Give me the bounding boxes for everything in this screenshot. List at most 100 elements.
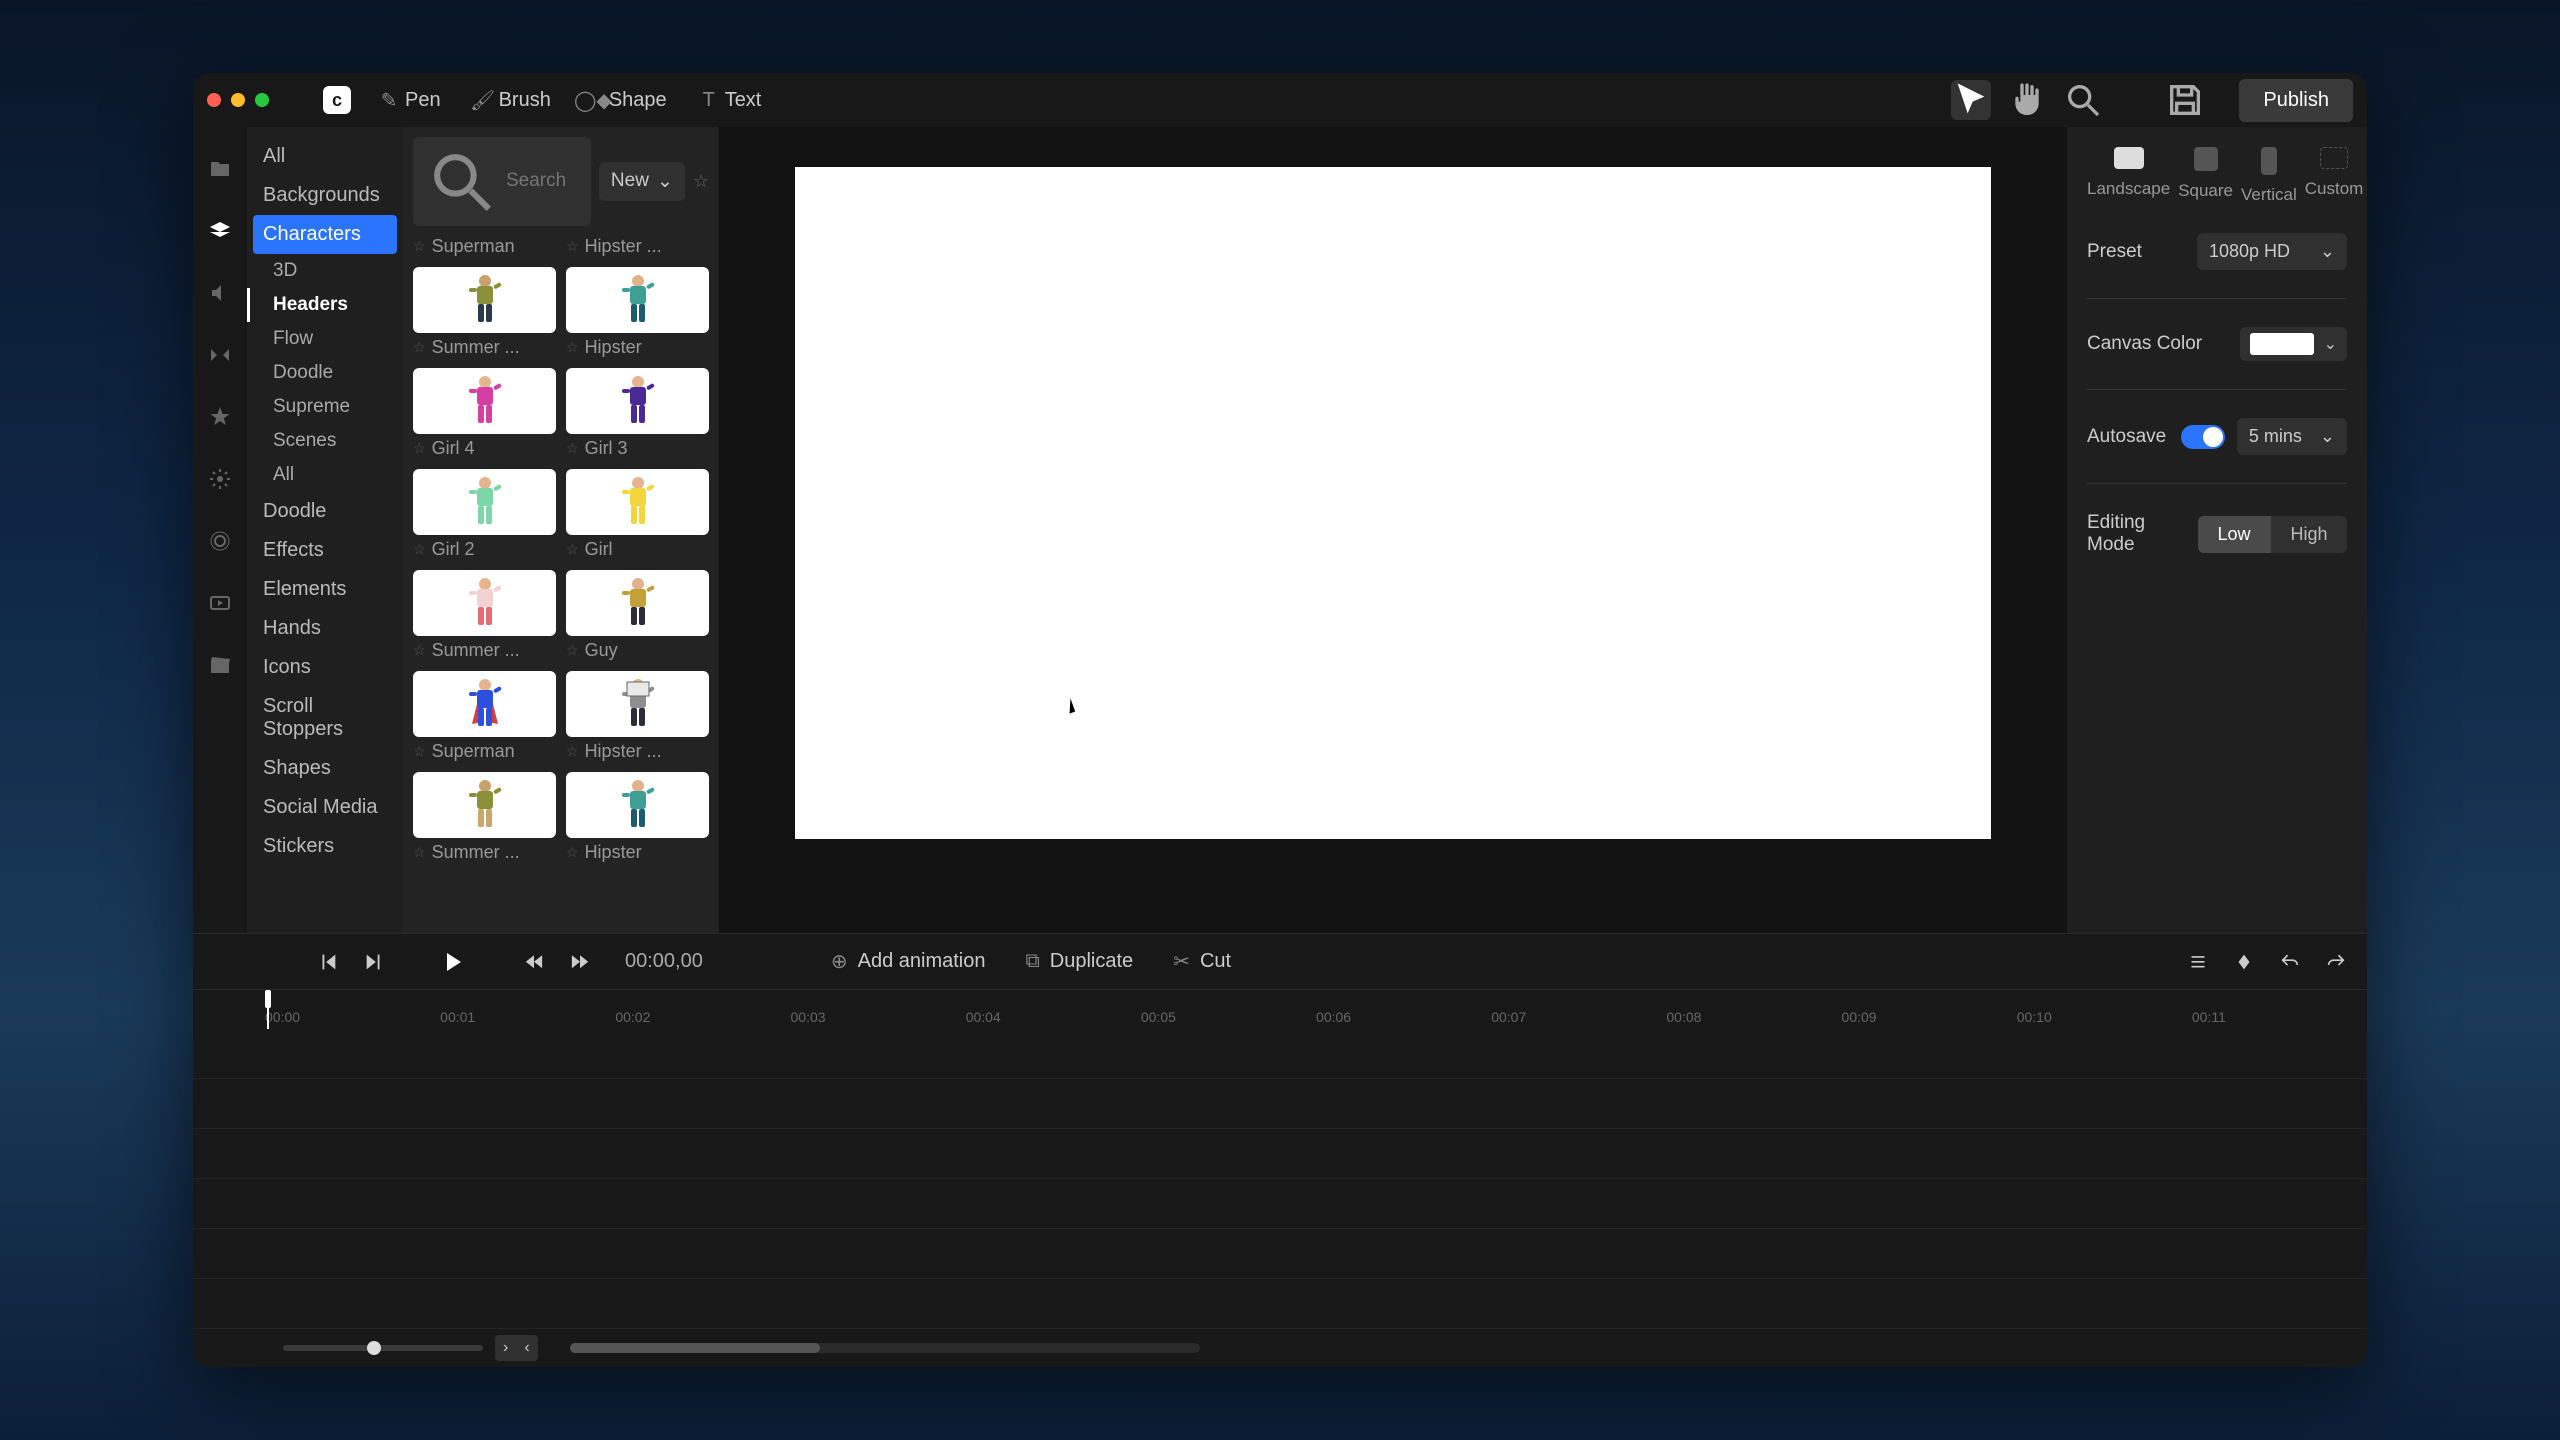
maximize-window-button[interactable]: [255, 93, 269, 107]
rail-layers-icon[interactable]: [208, 219, 232, 243]
asset-card[interactable]: ☆Guy: [566, 570, 709, 661]
favorite-star-icon[interactable]: ☆: [413, 238, 426, 255]
favorite-star-icon[interactable]: ☆: [566, 541, 579, 558]
favorite-star-icon[interactable]: ☆: [566, 642, 579, 659]
asset-card[interactable]: ☆Hipster ...: [566, 236, 709, 257]
favorite-star-icon[interactable]: ☆: [566, 238, 579, 255]
timeline-duplicate-button[interactable]: ⧉Duplicate: [1026, 949, 1134, 974]
category-characters[interactable]: Characters: [253, 215, 397, 254]
asset-card[interactable]: ☆Superman: [413, 236, 556, 257]
rail-star-icon[interactable]: [208, 405, 232, 429]
asset-card[interactable]: ☆Superman: [413, 671, 556, 762]
timeline-redo-button[interactable]: [2325, 952, 2347, 972]
asset-search-input[interactable]: [506, 170, 579, 192]
rail-folder-icon[interactable]: [208, 157, 232, 181]
rail-transition-icon[interactable]: [208, 343, 232, 367]
favorite-star-icon[interactable]: ☆: [413, 541, 426, 558]
zoom-out-button[interactable]: ›: [495, 1335, 516, 1361]
zoom-in-button[interactable]: ‹: [516, 1335, 537, 1361]
zoom-slider[interactable]: [283, 1345, 483, 1351]
asset-card[interactable]: ☆Summer ...: [413, 267, 556, 358]
timeline-next-frame-button[interactable]: [363, 951, 385, 973]
minimize-window-button[interactable]: [231, 93, 245, 107]
category-all[interactable]: All: [247, 137, 403, 176]
editing-mode-high[interactable]: High: [2271, 516, 2347, 553]
subcategory-doodle[interactable]: Doodle: [247, 356, 403, 390]
category-scroll-stoppers[interactable]: Scroll Stoppers: [247, 687, 403, 749]
category-effects[interactable]: Effects: [247, 531, 403, 570]
category-shapes[interactable]: Shapes: [247, 749, 403, 788]
timeline-undo-button[interactable]: [2279, 952, 2301, 972]
subcategory-3d[interactable]: 3D: [247, 254, 403, 288]
asset-card[interactable]: ☆Hipster: [566, 772, 709, 863]
orientation-sq[interactable]: Square: [2178, 147, 2233, 205]
canvas[interactable]: [795, 167, 1991, 839]
preset-dropdown[interactable]: 1080p HD ⌄: [2197, 233, 2347, 270]
category-icons[interactable]: Icons: [247, 648, 403, 687]
category-backgrounds[interactable]: Backgrounds: [247, 176, 403, 215]
asset-sort-dropdown[interactable]: New ⌄: [599, 162, 685, 201]
favorite-star-icon[interactable]: ☆: [413, 743, 426, 760]
editing-mode-low[interactable]: Low: [2198, 516, 2271, 553]
rail-video-icon[interactable]: [208, 591, 232, 615]
subcategory-supreme[interactable]: Supreme: [247, 390, 403, 424]
timeline-keyframe-icon[interactable]: [2233, 951, 2255, 973]
rail-audio-icon[interactable]: [208, 281, 232, 305]
pointer-tool-button[interactable]: [1951, 80, 1991, 120]
tool-pen[interactable]: ✎Pen: [381, 89, 441, 112]
asset-card[interactable]: ☆Girl 3: [566, 368, 709, 459]
rail-record-icon[interactable]: [208, 529, 232, 553]
timeline-ruler[interactable]: 00:0000:0100:0200:0300:0400:0500:0600:07…: [193, 989, 2367, 1029]
orientation-vt[interactable]: Vertical: [2241, 147, 2297, 205]
asset-card[interactable]: ☆Girl: [566, 469, 709, 560]
search-button[interactable]: [2063, 80, 2103, 120]
rail-clapper-icon[interactable]: [208, 653, 232, 677]
favorite-star-icon[interactable]: ☆: [413, 844, 426, 861]
category-elements[interactable]: Elements: [247, 570, 403, 609]
favorite-star-icon[interactable]: ☆: [566, 339, 579, 356]
orientation-ls[interactable]: Landscape: [2087, 147, 2170, 205]
favorite-star-icon[interactable]: ☆: [413, 642, 426, 659]
favorite-star-icon[interactable]: ☆: [413, 440, 426, 457]
orientation-cu[interactable]: Custom: [2305, 147, 2364, 205]
category-hands[interactable]: Hands: [247, 609, 403, 648]
asset-card[interactable]: ☆Summer ...: [413, 570, 556, 661]
canvas-color-picker[interactable]: ⌄: [2240, 327, 2347, 361]
asset-favorite-filter[interactable]: ☆: [693, 171, 709, 192]
publish-button[interactable]: Publish: [2239, 79, 2353, 122]
tool-brush[interactable]: 🖌Brush: [475, 89, 551, 112]
category-doodle[interactable]: Doodle: [247, 492, 403, 531]
timeline-scrollbar[interactable]: [570, 1343, 1200, 1353]
favorite-star-icon[interactable]: ☆: [566, 743, 579, 760]
autosave-interval-dropdown[interactable]: 5 mins ⌄: [2237, 418, 2347, 455]
favorite-star-icon[interactable]: ☆: [413, 339, 426, 356]
asset-card[interactable]: ☆Hipster: [566, 267, 709, 358]
asset-card[interactable]: ☆Girl 4: [413, 368, 556, 459]
timeline-cut-button[interactable]: ✂Cut: [1173, 949, 1231, 974]
timeline-tracks[interactable]: [193, 1029, 2367, 1329]
playhead[interactable]: [265, 990, 271, 1008]
tool-shape[interactable]: ◯◆Shape: [585, 89, 667, 112]
timeline-add-animation-button[interactable]: ⊕Add animation: [831, 949, 986, 974]
asset-card[interactable]: ☆Girl 2: [413, 469, 556, 560]
timeline-forward-button[interactable]: [569, 952, 591, 972]
asset-card[interactable]: ☆Summer ...: [413, 772, 556, 863]
subcategory-headers[interactable]: Headers: [247, 288, 403, 322]
favorite-star-icon[interactable]: ☆: [566, 844, 579, 861]
subcategory-all[interactable]: All: [247, 458, 403, 492]
timeline-play-button[interactable]: [443, 953, 465, 971]
subcategory-flow[interactable]: Flow: [247, 322, 403, 356]
category-stickers[interactable]: Stickers: [247, 827, 403, 866]
canvas-area[interactable]: [719, 127, 2067, 933]
hand-tool-button[interactable]: [2007, 80, 2047, 120]
timeline-rewind-button[interactable]: [523, 952, 545, 972]
favorite-star-icon[interactable]: ☆: [566, 440, 579, 457]
timeline-list-icon[interactable]: [2187, 952, 2209, 972]
timeline-prev-frame-button[interactable]: [317, 951, 339, 973]
autosave-toggle[interactable]: [2181, 425, 2225, 449]
subcategory-scenes[interactable]: Scenes: [247, 424, 403, 458]
asset-search[interactable]: [413, 137, 591, 226]
save-button[interactable]: [2165, 80, 2205, 120]
category-social-media[interactable]: Social Media: [247, 788, 403, 827]
asset-card[interactable]: ☆Hipster ...: [566, 671, 709, 762]
